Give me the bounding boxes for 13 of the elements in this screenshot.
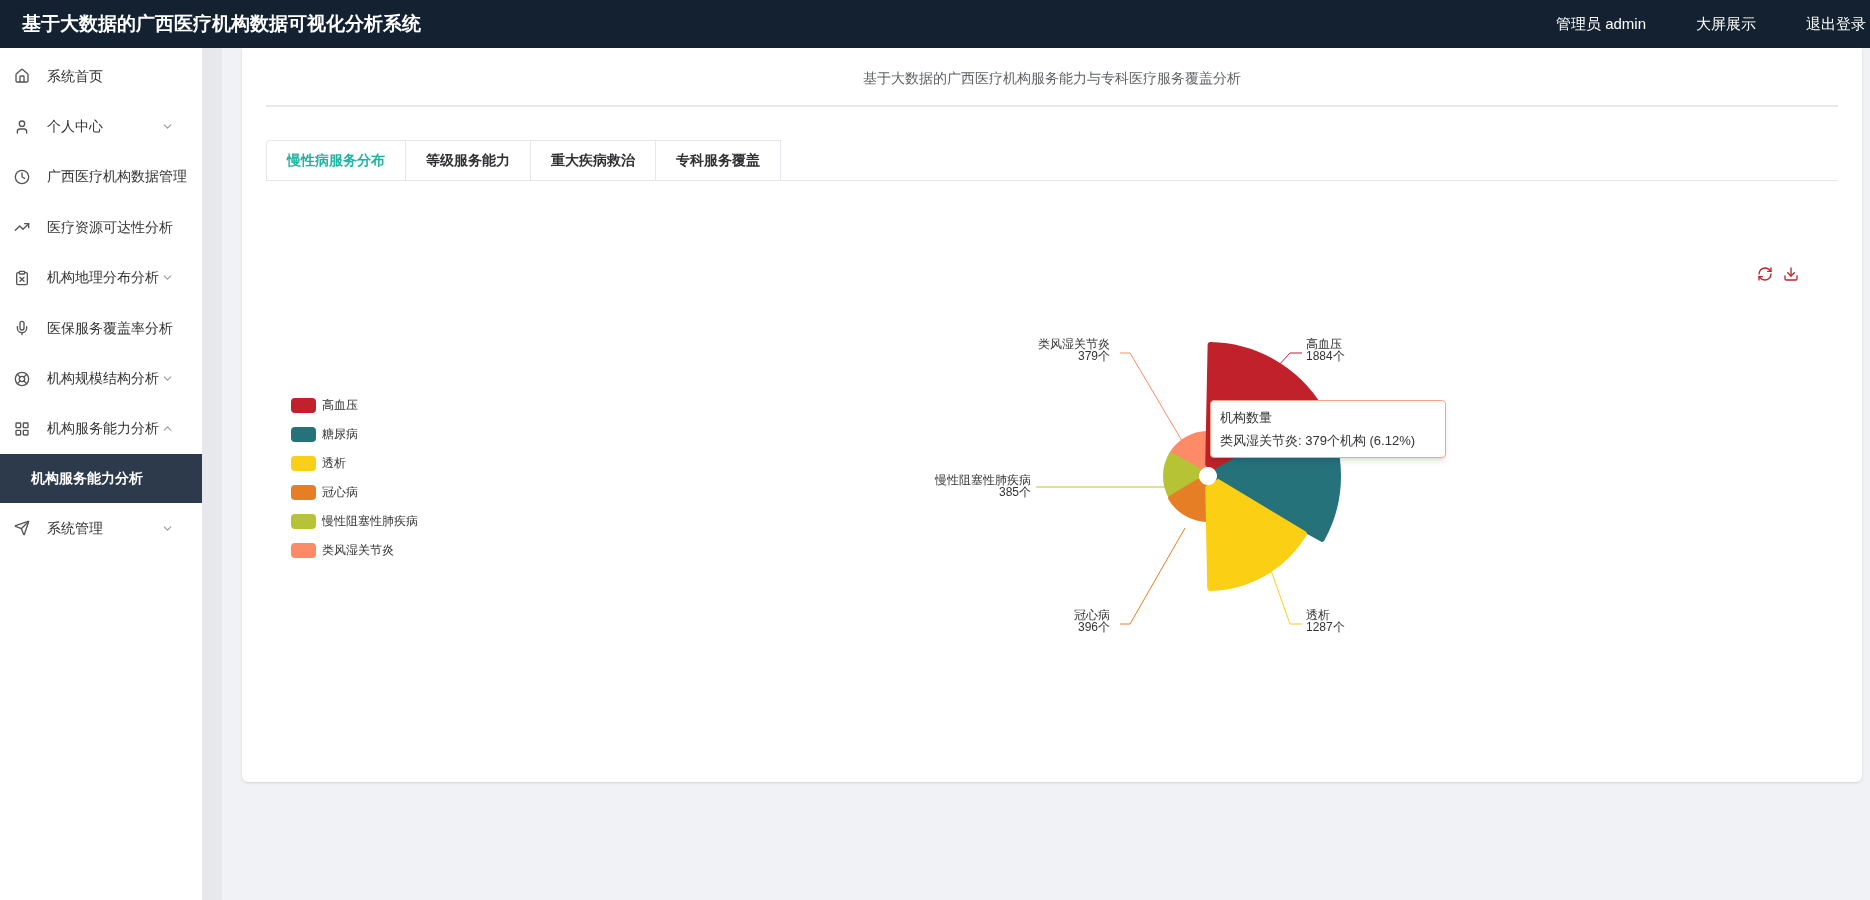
app-title: 基于大数据的广西医疗机构数据可视化分析系统 (22, 11, 421, 36)
slice-label: 透析 (1306, 608, 1330, 623)
slice-count: 1287个 (1306, 620, 1345, 635)
tooltip-text: 类风湿关节炎: 379个机构 (6.12%) (1220, 431, 1417, 450)
slice-label: 高血压 (1306, 337, 1342, 352)
tooltip-title: 机构数量 (1220, 409, 1273, 427)
slice-label: 慢性阻塞性肺疾病 (935, 473, 1031, 488)
slice-count: 379个 (1077, 349, 1110, 364)
slice-count: 385个 (998, 485, 1031, 500)
card-heading: 基于大数据的广西医疗机构服务能力与专科医疗服务覆盖分析 (266, 48, 1838, 107)
slice-label: 冠心病 (1074, 608, 1110, 623)
slice-count: 1884个 (1306, 349, 1345, 364)
slice-count: 396个 (1077, 620, 1110, 635)
